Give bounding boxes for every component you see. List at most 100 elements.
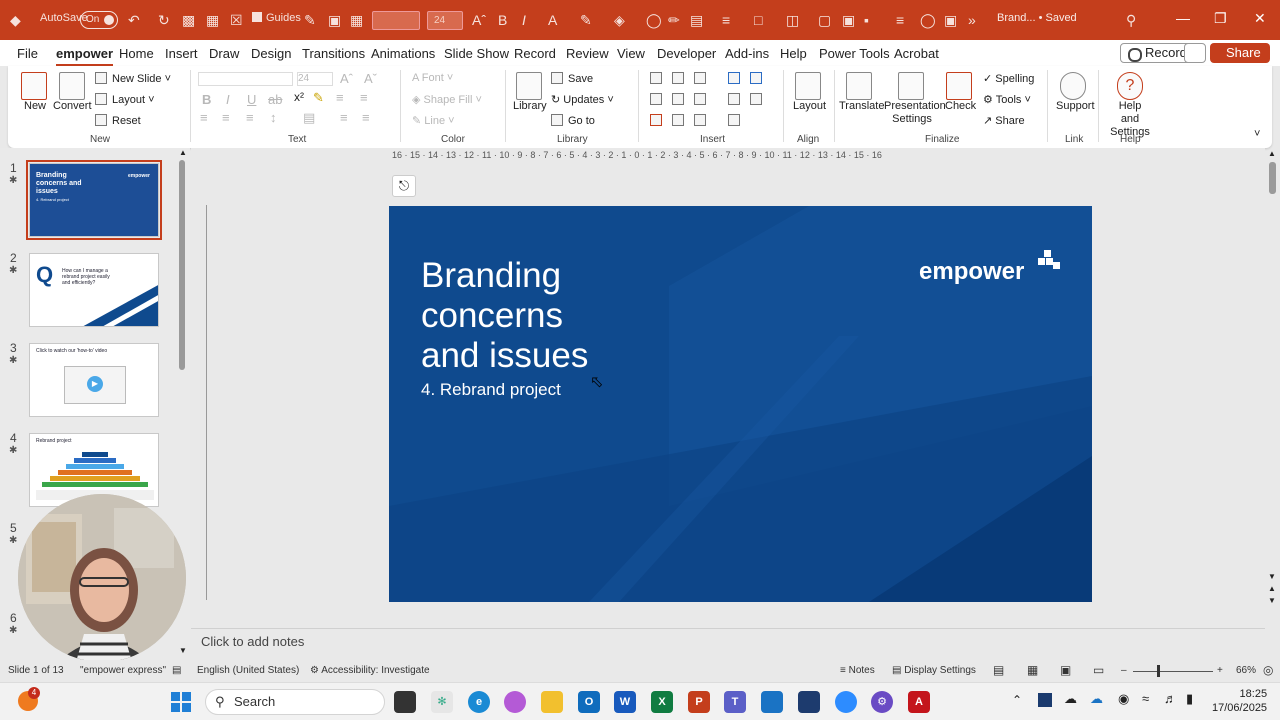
thumbnails-scrollbar[interactable]: ▲ ▼ bbox=[178, 148, 187, 655]
draw-icon[interactable]: ✎ bbox=[304, 10, 316, 30]
italic-button[interactable]: I bbox=[226, 92, 230, 107]
insert-picture-icon[interactable] bbox=[672, 93, 684, 105]
undo-icon[interactable]: ↶ bbox=[128, 10, 140, 30]
translate-button[interactable]: Translate bbox=[839, 100, 884, 112]
share-button[interactable]: Share bbox=[1210, 43, 1270, 63]
tab-file[interactable]: File bbox=[17, 46, 38, 61]
textbox-icon[interactable]: ▣ bbox=[842, 10, 855, 30]
insert-chart-icon[interactable] bbox=[694, 72, 706, 84]
updates-button[interactable]: ↻ Updates ˅ bbox=[551, 93, 614, 106]
slide-thumbnail-3[interactable]: Click to watch our 'how-to' video ▶ bbox=[29, 343, 159, 417]
group-icon[interactable]: ◫ bbox=[786, 10, 799, 30]
autosave-toggle[interactable]: On bbox=[80, 11, 118, 29]
photos-icon[interactable] bbox=[761, 691, 783, 713]
taskbar-search[interactable]: ⚲ Search bbox=[205, 689, 385, 715]
wifi-icon[interactable]: ≈ bbox=[1142, 691, 1149, 706]
onedrive-icon[interactable]: ☁ bbox=[1064, 691, 1077, 707]
save-icon[interactable]: ▩ bbox=[182, 10, 195, 30]
scroll-thumb[interactable] bbox=[179, 160, 185, 370]
tools-button[interactable]: ⚙ Tools ˅ bbox=[983, 93, 1031, 106]
numbering-icon[interactable]: ≡ bbox=[360, 90, 368, 105]
more-icon[interactable]: » bbox=[968, 10, 976, 30]
proofing-icon[interactable]: ▤ bbox=[172, 665, 181, 676]
fit-to-window-icon[interactable]: ◎ bbox=[1263, 663, 1273, 677]
minimize-icon[interactable]: — bbox=[1176, 10, 1190, 26]
tab-insert[interactable]: Insert bbox=[165, 46, 198, 61]
crop-icon[interactable]: ▢ bbox=[818, 10, 831, 30]
insert-media-icon[interactable] bbox=[728, 114, 740, 126]
scroll-up-icon[interactable]: ▲ bbox=[179, 148, 187, 157]
word-icon[interactable]: W bbox=[614, 691, 636, 713]
task-view-icon[interactable] bbox=[394, 691, 416, 713]
accessibility-button[interactable]: ⚙ Accessibility: Investigate bbox=[310, 665, 430, 676]
new-button[interactable]: New bbox=[24, 100, 46, 112]
zoom-level[interactable]: 66% bbox=[1236, 665, 1256, 676]
list-icon[interactable]: ≡ bbox=[896, 10, 904, 30]
scroll-thumb[interactable] bbox=[1269, 162, 1276, 194]
zoom-app-icon[interactable] bbox=[835, 691, 857, 713]
slide-1[interactable]: Branding concerns and issues 4. Rebrand … bbox=[389, 206, 1092, 602]
file-explorer-icon[interactable] bbox=[541, 691, 563, 713]
underline-button[interactable]: U bbox=[247, 92, 256, 107]
scroll-up-icon[interactable]: ▲ bbox=[1268, 149, 1276, 158]
font-color-icon[interactable]: A bbox=[548, 10, 557, 30]
layout-button[interactable]: Layout ˅ bbox=[95, 93, 155, 106]
slide-title[interactable]: Branding concerns and issues bbox=[421, 256, 588, 376]
align-right-icon[interactable]: ≡ bbox=[246, 110, 254, 125]
canvas-scrollbar[interactable]: ▲ ▼ ▲ ▼ bbox=[1266, 148, 1280, 658]
microphone-icon[interactable]: ◉ bbox=[1118, 691, 1129, 707]
reset-button[interactable]: Reset bbox=[95, 114, 141, 127]
comment-icon[interactable]: ◯ bbox=[920, 10, 936, 30]
text-direction-icon[interactable]: ▤ bbox=[303, 110, 315, 126]
onedrive-business-icon[interactable]: ☁ bbox=[1090, 691, 1103, 707]
tab-home[interactable]: Home bbox=[119, 46, 154, 61]
library-button[interactable]: Library bbox=[513, 100, 547, 112]
tab-slide-show[interactable]: Slide Show bbox=[444, 46, 509, 61]
insert-image-icon[interactable] bbox=[728, 93, 740, 105]
tab-acrobat[interactable]: Acrobat bbox=[894, 46, 939, 61]
rectangle-icon[interactable]: □ bbox=[754, 10, 762, 30]
widgets-icon[interactable]: ✻ bbox=[431, 691, 453, 713]
slideshow-view-icon[interactable]: ▭ bbox=[1093, 663, 1104, 677]
restore-icon[interactable]: ❐ bbox=[1214, 10, 1227, 27]
bold-icon[interactable]: B bbox=[498, 10, 507, 30]
acrobat-icon[interactable]: A bbox=[908, 691, 930, 713]
settings-app-icon[interactable]: ⚙ bbox=[871, 691, 893, 713]
tab-view[interactable]: View bbox=[617, 46, 645, 61]
slide-subtitle[interactable]: 4. Rebrand project bbox=[421, 380, 561, 400]
presentation-settings-button[interactable]: Presentation Settings bbox=[884, 100, 946, 126]
insert-video-icon[interactable] bbox=[650, 114, 662, 126]
zoom-slider-thumb[interactable] bbox=[1157, 665, 1160, 677]
line-button[interactable]: ✎ Line ˅ bbox=[412, 114, 455, 127]
format-icon[interactable]: ▤ bbox=[690, 10, 703, 30]
insert-color-icon[interactable] bbox=[694, 93, 706, 105]
font-name-dropdown[interactable] bbox=[198, 72, 293, 86]
strike-button[interactable]: ab bbox=[268, 92, 282, 107]
align-icon[interactable]: ≡ bbox=[722, 10, 730, 30]
tab-draw[interactable]: Draw bbox=[209, 46, 239, 61]
search-icon[interactable]: ⚲ bbox=[1126, 10, 1136, 30]
tab-design[interactable]: Design bbox=[251, 46, 291, 61]
notes-button[interactable]: ≡ Notes bbox=[840, 665, 875, 676]
insert-shapes-icon[interactable] bbox=[728, 72, 740, 84]
scroll-down-icon[interactable]: ▼ bbox=[1268, 572, 1276, 581]
grow-font-icon[interactable]: Aˆ bbox=[472, 10, 486, 30]
present-icon[interactable]: ▦ bbox=[206, 10, 219, 30]
grid-icon[interactable]: ▦ bbox=[350, 10, 363, 30]
document-title[interactable]: Brand... • Saved bbox=[997, 12, 1077, 24]
italic-icon[interactable]: I bbox=[522, 10, 526, 30]
tab-help[interactable]: Help bbox=[780, 46, 807, 61]
grow-font-icon-2[interactable]: Aˆ bbox=[340, 71, 353, 86]
tab-animations[interactable]: Animations bbox=[371, 46, 435, 61]
outlook-icon[interactable]: O bbox=[578, 691, 600, 713]
font-size-box[interactable]: 24 bbox=[427, 11, 463, 30]
teams-icon[interactable]: T bbox=[724, 691, 746, 713]
insert-star-icon[interactable] bbox=[650, 93, 662, 105]
insert-more-icon[interactable] bbox=[750, 93, 762, 105]
shape-fill-button[interactable]: ◈ Shape Fill ˅ bbox=[412, 93, 482, 106]
font-size-dropdown[interactable]: 24 bbox=[297, 72, 333, 86]
check-button[interactable]: Check bbox=[945, 100, 976, 112]
windows-start-icon[interactable] bbox=[171, 692, 191, 712]
normal-view-icon[interactable]: ▤ bbox=[993, 663, 1004, 677]
arrange-icon[interactable]: ▣ bbox=[328, 10, 341, 30]
